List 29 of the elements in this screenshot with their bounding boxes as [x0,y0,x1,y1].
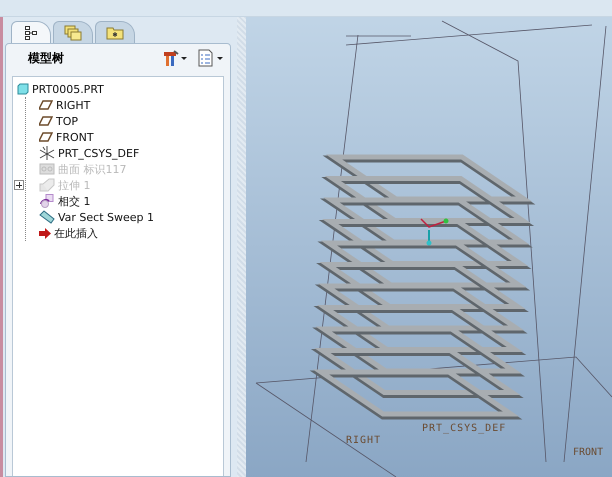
tree-icon [25,26,37,40]
csys-icon [39,146,55,160]
extrude-icon [39,178,55,192]
datum-label: FRONT [573,447,604,458]
datum-label: RIGHT [346,435,382,446]
navigator-tab[interactable] [11,21,51,43]
csys-axes-drawing [420,218,448,246]
part-icon [17,83,29,95]
panel-title: 模型树 [28,50,65,66]
tree-item[interactable]: TOP [56,114,78,128]
intersect-icon [39,194,55,208]
surface-icon [39,163,55,175]
tree-item[interactable]: 相交 1 [58,194,90,208]
show-menu-button[interactable] [198,49,224,67]
arrow-icon [39,228,51,238]
plane-icon [39,116,53,126]
tree-item[interactable]: 在此插入 [54,226,98,240]
tree-item[interactable]: FRONT [56,130,94,144]
tree-item[interactable]: PRT0005.PRT [32,82,104,96]
plane-icon [39,100,53,110]
sweep-icon [39,210,55,224]
tree-item[interactable]: PRT_CSYS_DEF [58,146,140,160]
tree-item[interactable]: RIGHT [56,98,90,112]
tree-item[interactable]: Var Sect Sweep 1 [58,210,154,224]
folders-icon [64,24,82,40]
plane-icon [39,132,53,142]
folder-icon [106,26,124,40]
settings-menu-button[interactable] [162,49,188,67]
datum-label: PRT_CSYS_DEF [422,423,506,434]
